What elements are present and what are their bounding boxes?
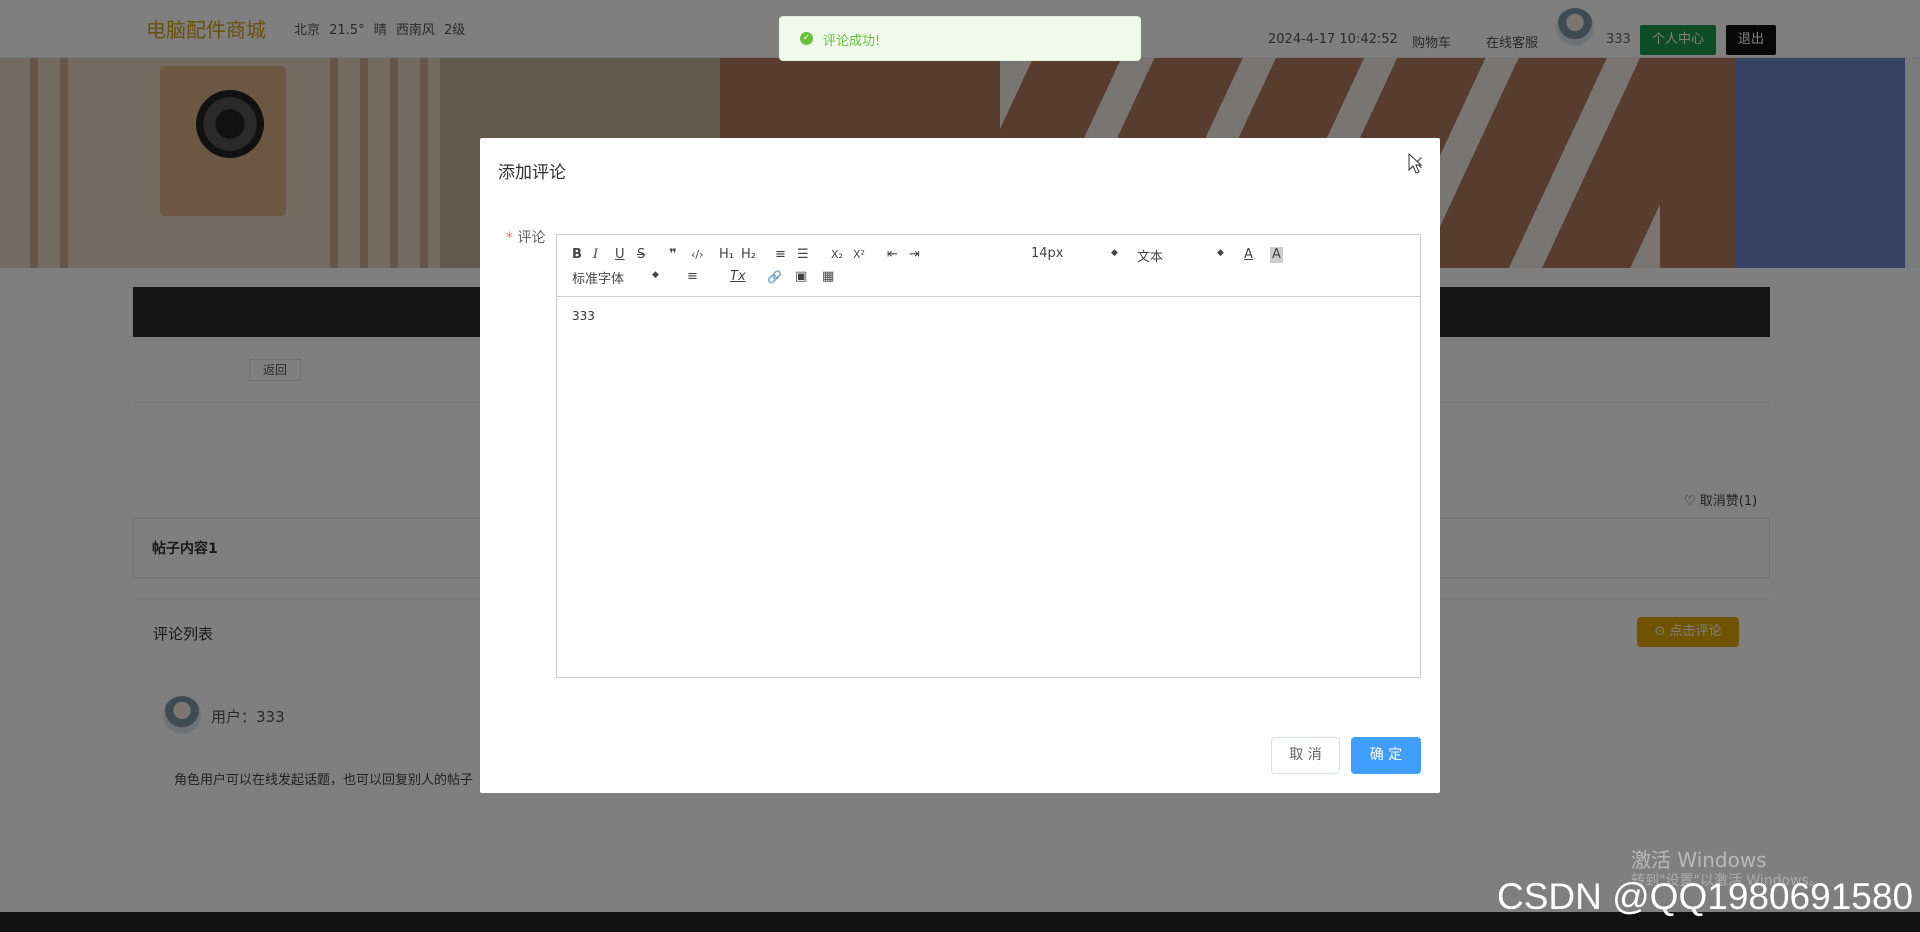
link-icon[interactable]: 🔗 xyxy=(767,269,782,285)
comment-field-label: * 评论 xyxy=(506,227,545,247)
image-icon[interactable]: ▣ xyxy=(795,269,807,285)
csdn-watermark: CSDN @QQ1980691580 xyxy=(1497,876,1914,917)
mouse-cursor-icon xyxy=(1408,153,1423,174)
bold-icon[interactable]: B xyxy=(572,247,582,263)
heading-value: 文本 xyxy=(1137,250,1164,265)
italic-icon[interactable]: I xyxy=(593,247,598,263)
check-circle-icon: ✓ xyxy=(800,32,813,45)
cancel-button[interactable]: 取 消 xyxy=(1271,737,1340,774)
underline-icon[interactable]: U xyxy=(615,247,625,263)
comment-field-label-text: 评论 xyxy=(517,230,546,246)
blockquote-icon[interactable]: ❞ xyxy=(669,247,677,263)
indent-icon[interactable]: ⇥ xyxy=(909,247,920,263)
font-family-select[interactable]: 标准字体 ◆ xyxy=(572,268,662,287)
strikethrough-icon[interactable]: S xyxy=(637,247,645,263)
superscript-icon[interactable]: X² xyxy=(853,247,865,263)
bullet-list-icon[interactable]: ☰ xyxy=(797,247,809,263)
subscript-icon[interactable]: X₂ xyxy=(831,247,843,263)
align-icon[interactable]: ≡ xyxy=(687,269,698,285)
select-arrow-icon: ◆ xyxy=(1217,248,1224,258)
rich-text-editor[interactable] xyxy=(556,234,1421,678)
code-block-icon[interactable]: ‹/› xyxy=(691,247,704,263)
select-arrow-icon: ◆ xyxy=(652,270,659,280)
required-mark: * xyxy=(506,230,513,246)
ordered-list-icon[interactable]: ≡ xyxy=(775,247,786,263)
outdent-icon[interactable]: ⇤ xyxy=(887,247,898,263)
windows-activation-title: 激活 Windows xyxy=(1631,848,1767,872)
dialog-title: 添加评论 xyxy=(498,163,566,183)
font-size-value: 14px xyxy=(1031,246,1064,261)
editor-content[interactable]: 333 xyxy=(572,309,595,323)
toast-message: 评论成功! xyxy=(823,34,881,49)
background-color-icon[interactable]: A xyxy=(1270,247,1283,263)
font-family-value: 标准字体 xyxy=(572,272,625,287)
clear-format-icon[interactable]: Tx xyxy=(730,269,746,285)
confirm-button[interactable]: 确 定 xyxy=(1351,737,1421,774)
font-color-icon[interactable]: A xyxy=(1244,247,1253,263)
video-icon[interactable]: ▦ xyxy=(822,269,834,285)
font-size-select[interactable]: 14px ◆ xyxy=(1031,246,1121,261)
heading-select[interactable]: 文本 ◆ xyxy=(1137,246,1227,265)
select-arrow-icon: ◆ xyxy=(1111,248,1118,258)
heading1-icon[interactable]: H₁ xyxy=(719,247,734,263)
editor-toolbar: B I U S ❞ ‹/› H₁ H₂ ≡ ☰ X₂ X² ⇤ ⇥ 14px ◆ … xyxy=(557,235,1420,297)
heading2-icon[interactable]: H₂ xyxy=(741,247,756,263)
